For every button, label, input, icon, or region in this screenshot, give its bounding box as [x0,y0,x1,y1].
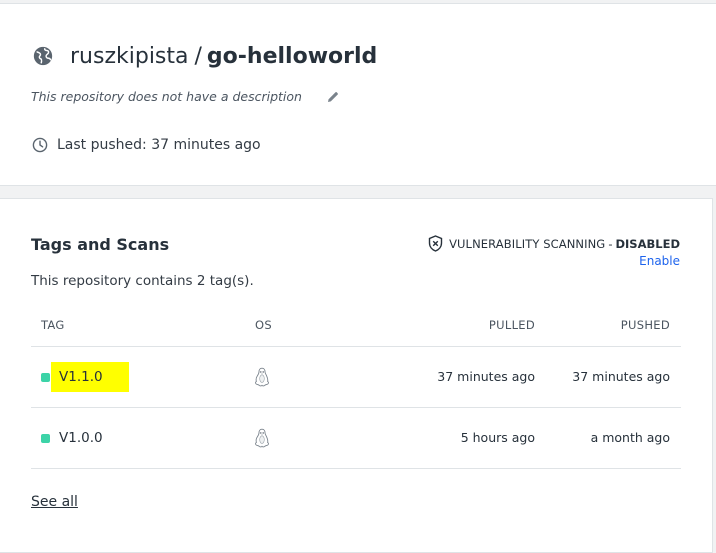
tag-name-link[interactable]: V1.0.0 [59,430,103,446]
status-dot [41,372,50,382]
tag-name-link[interactable]: V1.1.0 [51,362,129,392]
repository-name: go-helloworld [206,43,378,69]
table-row: V1.1.0 37 minutes ago 37 minutes ago [31,347,681,408]
tags-and-scans-card: Tags and Scans VULNERABILITY SCANNING - … [0,198,713,553]
scanning-separator: - [608,236,613,251]
pulled-time: 5 hours ago [460,430,535,445]
vulnerability-scanning-status: VULNERABILITY SCANNING - DISABLED [428,235,680,252]
last-pushed-text: Last pushed: 37 minutes ago [57,137,261,153]
linux-icon [254,367,270,387]
tags-table: TAG OS PULLED PUSHED V1.1.0 37 minutes a… [31,305,681,469]
description-row: This repository does not have a descript… [31,87,340,105]
column-header-tag[interactable]: TAG [41,305,65,346]
repository-namespace[interactable]: ruszkipista [70,44,189,69]
pushed-time: a month ago [590,430,670,445]
enable-scanning-link[interactable]: Enable [639,254,680,268]
status-dot [41,433,50,443]
clock-icon [32,137,48,153]
scanning-state: DISABLED [615,236,680,251]
column-header-os: OS [255,318,272,332]
pulled-time: 37 minutes ago [437,369,535,384]
column-header-pulled[interactable]: PULLED [489,305,535,346]
repository-header: ruszkipista / go-helloworld This reposit… [0,3,716,186]
last-pushed-row: Last pushed: 37 minutes ago [32,135,261,155]
linux-icon [254,428,270,448]
pushed-time: 37 minutes ago [572,369,670,384]
column-header-pushed[interactable]: PUSHED [621,305,670,346]
section-title: Tags and Scans [31,235,170,254]
repository-description: This repository does not have a descript… [31,88,302,104]
page-title: ruszkipista / go-helloworld [32,40,377,72]
table-header: TAG OS PULLED PUSHED [31,305,681,347]
see-all-link[interactable]: See all [31,494,78,510]
pencil-icon[interactable] [326,89,340,103]
table-row: V1.0.0 5 hours ago a month ago [31,408,681,469]
tag-cell: V1.0.0 [41,408,103,468]
tag-count-text: This repository contains 2 tag(s). [31,273,254,289]
shield-icon [428,235,443,252]
scanning-label: VULNERABILITY SCANNING [449,236,606,251]
path-separator: / [194,43,202,69]
tag-cell: V1.1.0 [41,347,129,407]
globe-icon [32,45,54,67]
